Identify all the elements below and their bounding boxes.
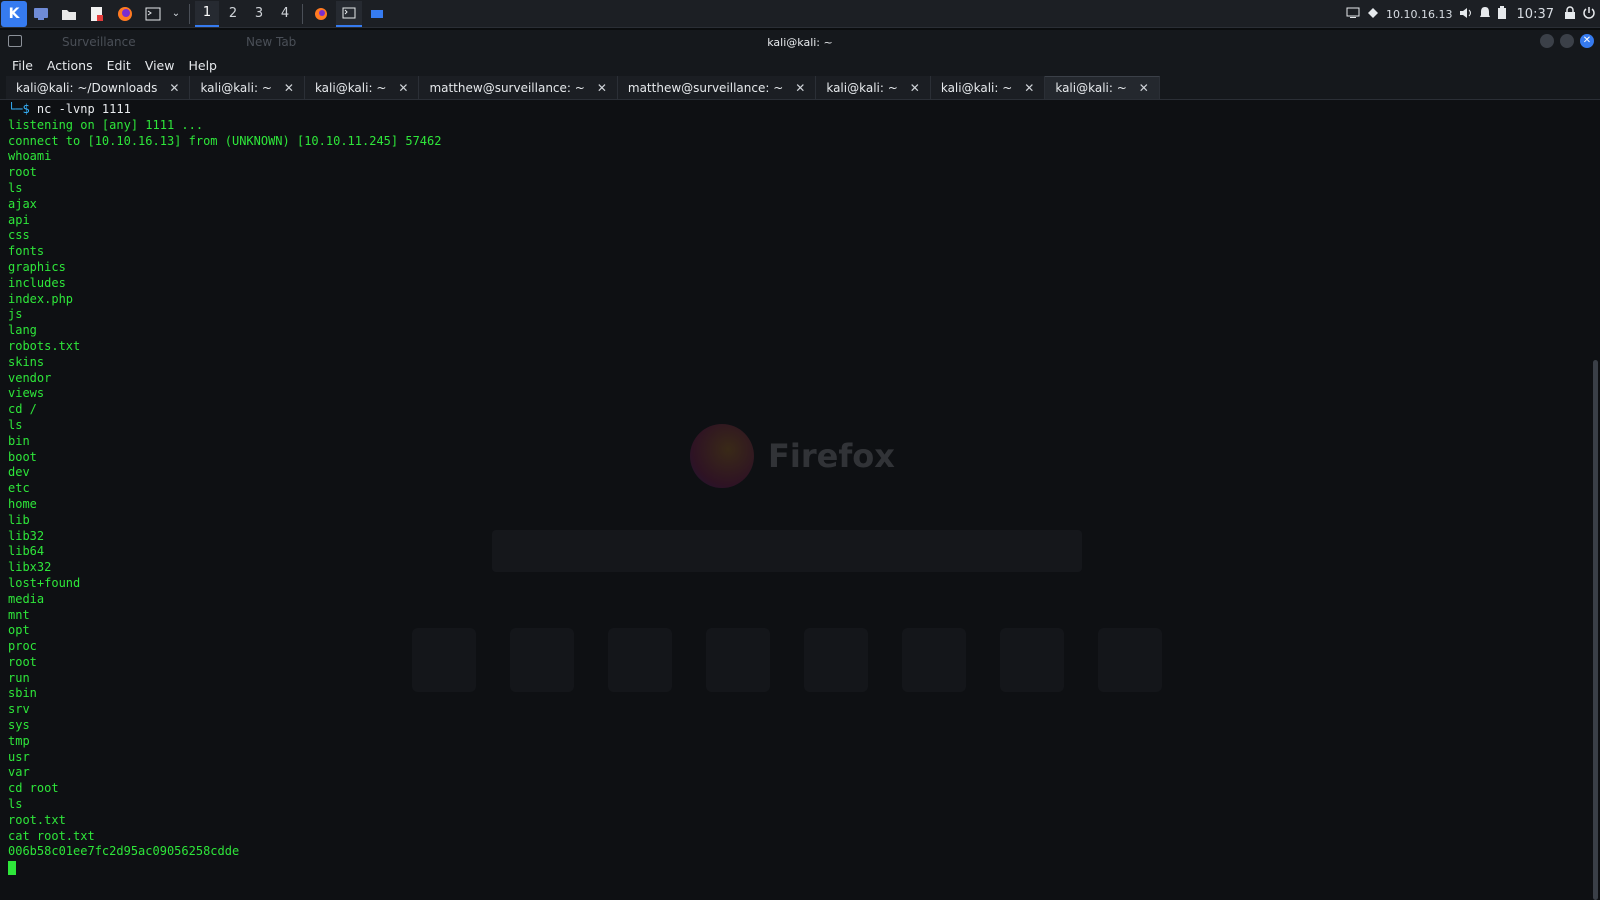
- terminal-tab[interactable]: matthew@surveillance: ~ ✕: [617, 76, 817, 99]
- terminal-tab[interactable]: matthew@surveillance: ~ ✕: [419, 76, 618, 99]
- chevron-down-icon[interactable]: ⌄: [170, 3, 182, 25]
- close-tab-icon[interactable]: ✕: [795, 81, 805, 95]
- terminal-tab[interactable]: kali@kali: ~ ✕: [304, 76, 420, 99]
- command-output: listening on [any] 1111 ... connect to […: [8, 117, 442, 859]
- window-icon: [8, 35, 22, 47]
- terminal-window: Surveillance New Tab kali@kali: ~ ✕ File…: [0, 30, 1600, 900]
- clock[interactable]: 10:37: [1517, 7, 1554, 22]
- task-terminal-icon[interactable]: [336, 0, 362, 27]
- notification-bell-icon[interactable]: [1479, 6, 1491, 23]
- command-line: nc -lvnp 1111: [36, 102, 131, 116]
- panel-tray: 10.10.16.13 10:37: [1346, 0, 1600, 28]
- lock-icon[interactable]: [1564, 5, 1576, 23]
- display-icon[interactable]: [1346, 7, 1360, 22]
- top-panel: K ⌄ 1 2 3 4 10.10.16.13 10:37: [0, 0, 1600, 28]
- terminal-tab-active[interactable]: kali@kali: ~ ✕: [1045, 76, 1160, 99]
- workspace-4[interactable]: 4: [273, 1, 297, 27]
- menu-help[interactable]: Help: [188, 58, 217, 73]
- logout-icon[interactable]: [1582, 6, 1596, 23]
- terminal-tab[interactable]: kali@kali: ~ ✕: [816, 76, 931, 99]
- battery-icon[interactable]: [1497, 5, 1507, 23]
- prompt-prefix: └─$: [8, 102, 37, 116]
- terminal-launcher-icon[interactable]: [142, 3, 164, 25]
- ghost-tab-surveillance: Surveillance: [62, 35, 136, 49]
- task-firefox-icon[interactable]: [308, 1, 334, 27]
- tab-label: kali@kali: ~: [1055, 81, 1127, 95]
- task-window-icon[interactable]: [364, 1, 390, 27]
- terminal-tab[interactable]: kali@kali: ~/Downloads ✕: [6, 76, 191, 99]
- menu-bar: File Actions Edit View Help: [0, 54, 1600, 76]
- close-tab-icon[interactable]: ✕: [284, 81, 294, 95]
- workspace-2[interactable]: 2: [221, 1, 245, 27]
- close-button[interactable]: ✕: [1580, 34, 1594, 48]
- maximize-button[interactable]: [1560, 34, 1574, 48]
- window-controls: ✕: [1540, 34, 1594, 48]
- close-tab-icon[interactable]: ✕: [910, 81, 920, 95]
- tab-label: kali@kali: ~: [314, 80, 387, 95]
- window-titlebar[interactable]: Surveillance New Tab kali@kali: ~ ✕: [0, 30, 1600, 54]
- workspace-1[interactable]: 1: [195, 0, 219, 27]
- close-tab-icon[interactable]: ✕: [169, 81, 179, 95]
- kali-menu-icon[interactable]: K: [1, 0, 27, 27]
- panel-separator: [302, 3, 303, 24]
- volume-icon[interactable]: [1459, 7, 1473, 22]
- terminal-tab[interactable]: kali@kali: ~ ✕: [930, 76, 1046, 99]
- tab-label: matthew@surveillance: ~: [627, 80, 784, 95]
- tab-label: matthew@surveillance: ~: [429, 80, 585, 95]
- tab-label: kali@kali: ~/Downloads: [16, 80, 158, 95]
- file-manager-icon[interactable]: [58, 3, 80, 25]
- menu-edit[interactable]: Edit: [107, 58, 131, 73]
- terminal-text: └─$ nc -lvnp 1111 listening on [any] 111…: [0, 102, 1592, 876]
- close-tab-icon[interactable]: ✕: [1024, 81, 1034, 95]
- text-cursor: [8, 860, 16, 875]
- terminal-scrollbar[interactable]: [1593, 360, 1598, 900]
- close-tab-icon[interactable]: ✕: [1139, 81, 1149, 95]
- desktop-icon[interactable]: [30, 3, 52, 25]
- minimize-button[interactable]: [1540, 34, 1554, 48]
- menu-view[interactable]: View: [145, 58, 175, 73]
- firefox-launcher-icon[interactable]: [114, 3, 136, 25]
- panel-separator: [189, 3, 190, 24]
- close-tab-icon[interactable]: ✕: [398, 81, 408, 95]
- menu-actions[interactable]: Actions: [47, 58, 93, 73]
- tab-label: kali@kali: ~: [940, 80, 1013, 95]
- workspace-3[interactable]: 3: [247, 1, 271, 27]
- menu-file[interactable]: File: [12, 58, 33, 73]
- terminal-output-area[interactable]: Firefox └─$ nc -lvnp 1111 listening on […: [0, 102, 1592, 898]
- text-editor-icon[interactable]: [86, 3, 108, 25]
- window-title: kali@kali: ~: [767, 35, 833, 49]
- network-icon[interactable]: [1366, 6, 1380, 23]
- terminal-tab-bar: kali@kali: ~/Downloads ✕ kali@kali: ~ ✕ ka…: [0, 76, 1600, 100]
- terminal-tab[interactable]: kali@kali: ~ ✕: [190, 76, 305, 99]
- ip-address: 10.10.16.13: [1386, 7, 1453, 21]
- tab-label: kali@kali: ~: [200, 80, 272, 95]
- ghost-tab-newtab: New Tab: [246, 35, 297, 49]
- close-tab-icon[interactable]: ✕: [597, 81, 607, 95]
- tab-label: kali@kali: ~: [826, 80, 898, 95]
